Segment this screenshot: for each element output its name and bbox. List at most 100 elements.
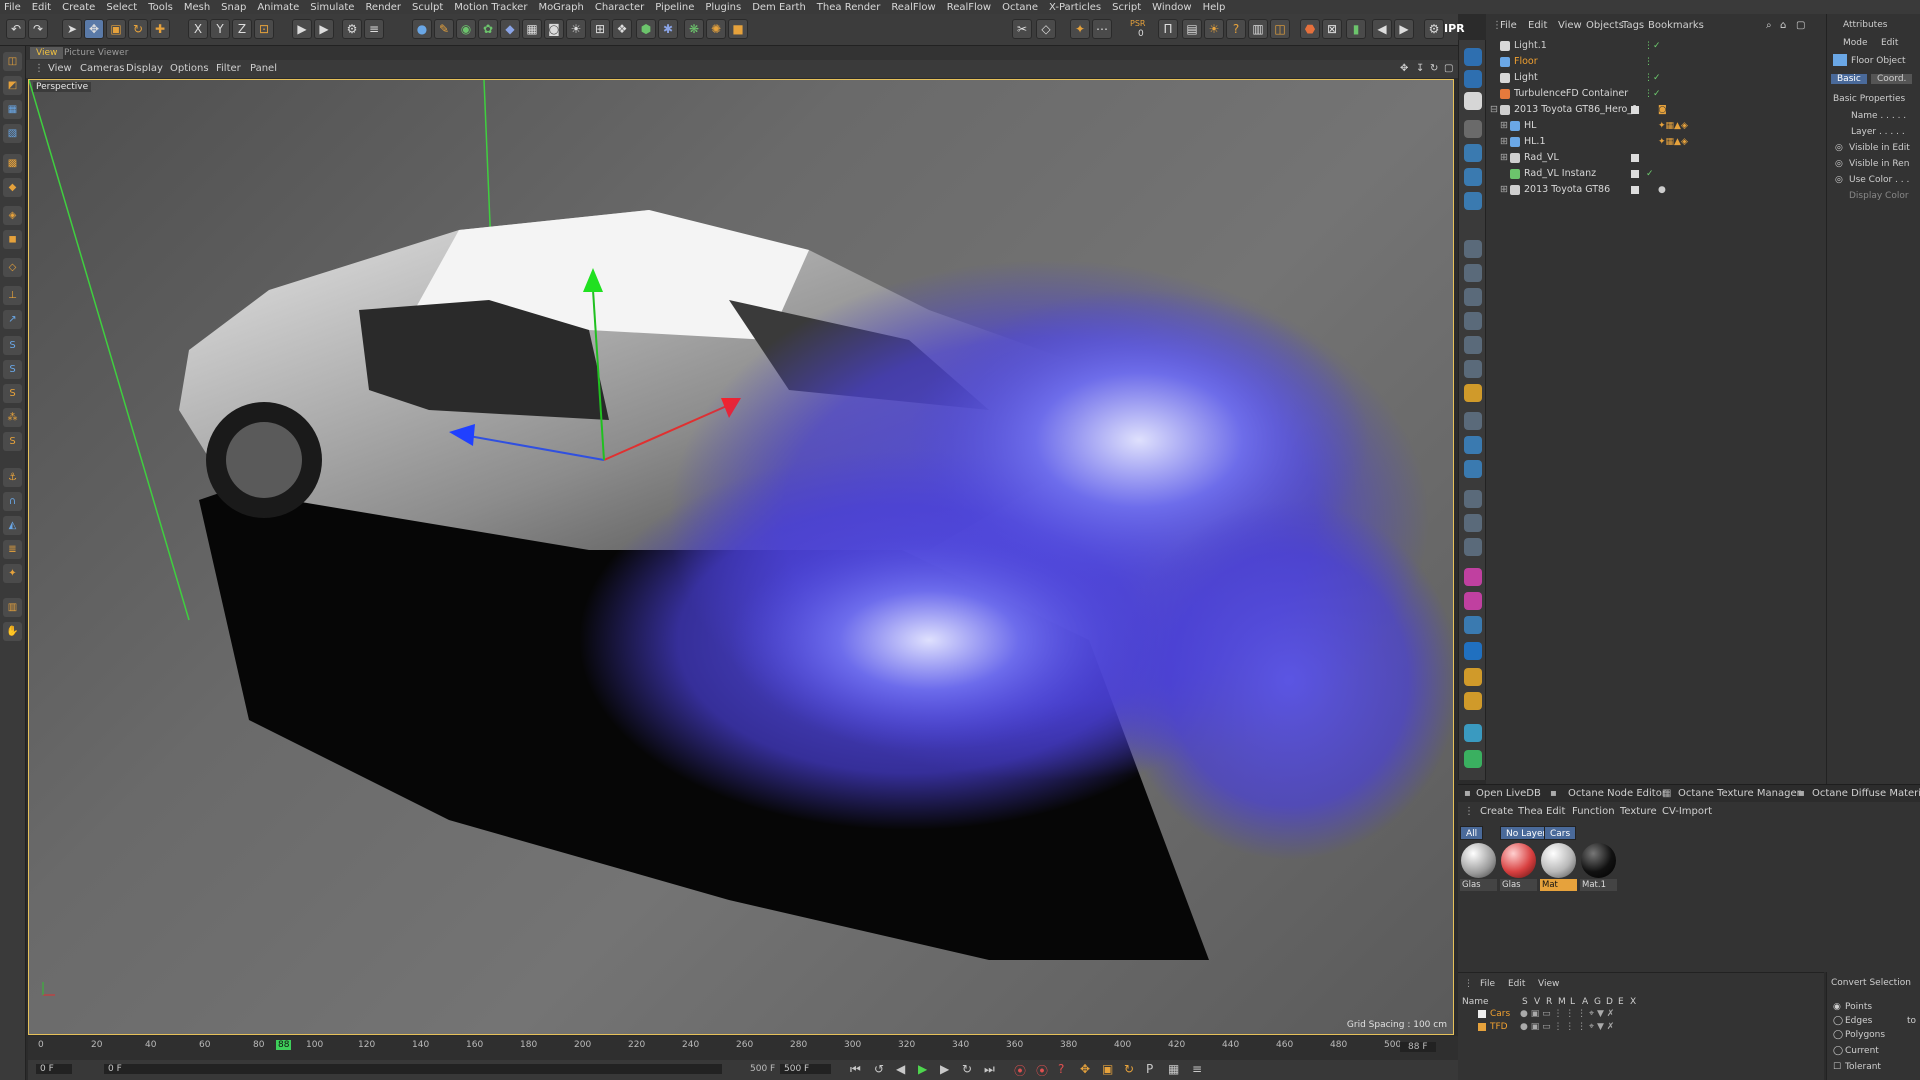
spline-sketch-icon[interactable] — [1464, 460, 1482, 478]
object-menu-edit[interactable]: Edit — [1528, 20, 1547, 31]
menu-x-particles[interactable]: X-Particles — [1049, 2, 1101, 13]
layer-toggles-icon[interactable]: ● ▣ ▭ ⋮ ⋮ ⋮ ⌖ ▼ ✗ — [1520, 1022, 1614, 1032]
material-menu-thea[interactable]: Thea — [1518, 806, 1543, 817]
layer-color-swatch[interactable] — [1478, 1023, 1486, 1031]
visibility-dots-icon[interactable]: ⋮ — [1644, 54, 1653, 70]
layer-color-swatch[interactable] — [1478, 1010, 1486, 1018]
material-filter-all[interactable]: All — [1460, 826, 1484, 840]
workplane-mode-icon[interactable]: ▧ — [3, 124, 22, 143]
sculpt-icon[interactable]: ❖ — [612, 19, 632, 39]
attribute-field[interactable]: Layer . . . . . — [1851, 127, 1905, 137]
menu-mograph[interactable]: MoGraph — [538, 2, 583, 13]
sphere-primitive-icon[interactable] — [1464, 240, 1482, 258]
viewport-move-icon[interactable]: ✥ — [1400, 63, 1408, 74]
arrow-left-icon[interactable]: ◀ — [1372, 19, 1392, 39]
lock-workplane-icon[interactable]: ◭ — [3, 516, 22, 535]
material-menu-cv-import[interactable]: CV-Import — [1662, 806, 1712, 817]
attributes-tab-coord[interactable]: Coord. — [1871, 74, 1913, 84]
points-mode-icon[interactable]: ◆ — [3, 178, 22, 197]
radio-icon[interactable]: ◯ — [1833, 1030, 1843, 1040]
menu-tools[interactable]: Tools — [148, 2, 173, 13]
object-row[interactable]: Light ⋮✓ — [1486, 70, 1826, 86]
parameter-icon[interactable]: Π — [1158, 19, 1178, 39]
bake-tool-icon[interactable] — [1464, 668, 1482, 686]
particle-tool-icon[interactable] — [1464, 750, 1482, 768]
previous-frame-icon[interactable]: ◀ — [896, 1062, 905, 1076]
uv-mode-icon[interactable]: ◇ — [3, 258, 22, 277]
keyframe-selection-icon[interactable]: ? — [1058, 1062, 1064, 1076]
array-icon[interactable]: ✿ — [478, 19, 498, 39]
visibility-dots-icon[interactable]: ⋮✓ — [1644, 38, 1661, 54]
object-row[interactable]: ⊞ HL ✦▦▲◈ — [1486, 118, 1826, 134]
cube-icon[interactable]: ● — [412, 19, 432, 39]
material-menu-create[interactable]: Create — [1480, 806, 1513, 817]
solo-s3-icon[interactable]: S — [3, 384, 22, 403]
paint-brush-icon[interactable] — [1464, 592, 1482, 610]
octane-settings-icon[interactable]: ✱ — [658, 19, 678, 39]
bake-icon[interactable]: ⬣ — [1300, 19, 1320, 39]
viewport-3d[interactable]: Perspective Grid Spacing : 100 cm — [28, 79, 1454, 1035]
pyramid-primitive-icon[interactable] — [1464, 384, 1482, 402]
paint-tool-icon[interactable] — [1464, 568, 1482, 586]
menu-realflow-2[interactable]: RealFlow — [947, 2, 991, 13]
next-frame-icon[interactable]: ▶ — [940, 1062, 949, 1076]
menu-plugins[interactable]: Plugins — [705, 2, 741, 13]
attribute-field[interactable]: Display Color — [1849, 191, 1909, 201]
render-view-icon[interactable]: ▶ — [292, 19, 312, 39]
spline-icon[interactable] — [1464, 412, 1482, 430]
bridge-tool-icon[interactable] — [1464, 168, 1482, 186]
magnet-icon[interactable]: ∩ — [3, 492, 22, 511]
checker-icon[interactable]: ▩ — [3, 154, 22, 173]
solo-s4-icon[interactable]: ⁂ — [3, 408, 22, 427]
convert-option[interactable]: Current — [1845, 1046, 1879, 1056]
object-row[interactable]: ⊞ HL.1 ✦▦▲◈ — [1486, 134, 1826, 150]
object-menu-file[interactable]: File — [1500, 20, 1517, 31]
x-particles-icon[interactable]: ✺ — [706, 19, 726, 39]
checkbox-icon[interactable]: ☐ — [1833, 1062, 1841, 1072]
visibility-dots-icon[interactable]: ⋮✓ — [1644, 86, 1661, 102]
menu-pipeline[interactable]: Pipeline — [655, 2, 694, 13]
menu-motion-tracker[interactable]: Motion Tracker — [454, 2, 527, 13]
radio-icon[interactable]: ◉ — [1833, 1002, 1841, 1012]
snap-icon[interactable]: ✂ — [1012, 19, 1032, 39]
plane-primitive-icon[interactable] — [1464, 312, 1482, 330]
object-new-view-icon[interactable]: ▢ — [1796, 20, 1805, 31]
object-menu-view[interactable]: View — [1558, 20, 1582, 31]
attributes-mode-menu[interactable]: Mode — [1843, 38, 1868, 48]
preview-range-slider[interactable]: 0 F — [104, 1064, 722, 1074]
object-search-icon[interactable]: ⌕ — [1766, 20, 1772, 31]
object-row[interactable]: ⊟ 2013 Toyota GT86_Hero_1 ◙ — [1486, 102, 1826, 118]
attributes-tab-basic[interactable]: Basic — [1831, 74, 1867, 84]
undo-icon[interactable]: ↶ — [6, 19, 26, 39]
expand-icon[interactable]: ⊞ — [1500, 150, 1508, 166]
polygons-mode-icon[interactable]: ◼ — [3, 230, 22, 249]
object-row[interactable]: ⊞ 2013 Toyota GT86 ● — [1486, 182, 1826, 198]
light-bulb-icon[interactable]: ☀ — [1204, 19, 1224, 39]
fluid-tool-icon[interactable] — [1464, 724, 1482, 742]
record-icon[interactable]: ⦿ — [1014, 1062, 1026, 1079]
render-picture-viewer-icon[interactable]: ▶ — [314, 19, 334, 39]
material-swatch[interactable]: Glas — [1460, 842, 1497, 892]
viewport-menu-filter[interactable]: Filter — [216, 63, 241, 74]
viewport-menu-panel[interactable]: Panel — [250, 63, 277, 74]
axis-mode-icon[interactable]: ⊥ — [3, 286, 22, 305]
layer-color-swatch[interactable] — [1631, 186, 1639, 194]
layer-color-swatch[interactable] — [1631, 170, 1639, 178]
texture-mode-icon[interactable]: ▦ — [3, 100, 22, 119]
coordinate-system-icon[interactable]: ⊡ — [254, 19, 274, 39]
realflow-icon[interactable]: ❋ — [684, 19, 704, 39]
layer-name[interactable]: TFD — [1490, 1022, 1508, 1032]
menu-edit[interactable]: Edit — [32, 2, 51, 13]
viewport-maximize-icon[interactable]: ▢ — [1444, 63, 1453, 74]
key-scale-icon[interactable]: ▣ — [1102, 1062, 1113, 1076]
key-options-icon[interactable]: ⋯ — [1092, 19, 1112, 39]
material-swatch-selected[interactable]: Mat — [1540, 842, 1577, 892]
layer-menu-file[interactable]: File — [1480, 979, 1495, 989]
menu-realflow[interactable]: RealFlow — [891, 2, 935, 13]
gear-icon[interactable]: ⚙ — [1424, 19, 1444, 39]
redo-icon[interactable]: ↷ — [28, 19, 48, 39]
radio-icon[interactable]: ◎ — [1835, 143, 1843, 153]
layer-color-swatch[interactable] — [1631, 106, 1639, 114]
skin-tool-icon[interactable] — [1464, 538, 1482, 556]
workplane-icon[interactable]: ◇ — [1036, 19, 1056, 39]
